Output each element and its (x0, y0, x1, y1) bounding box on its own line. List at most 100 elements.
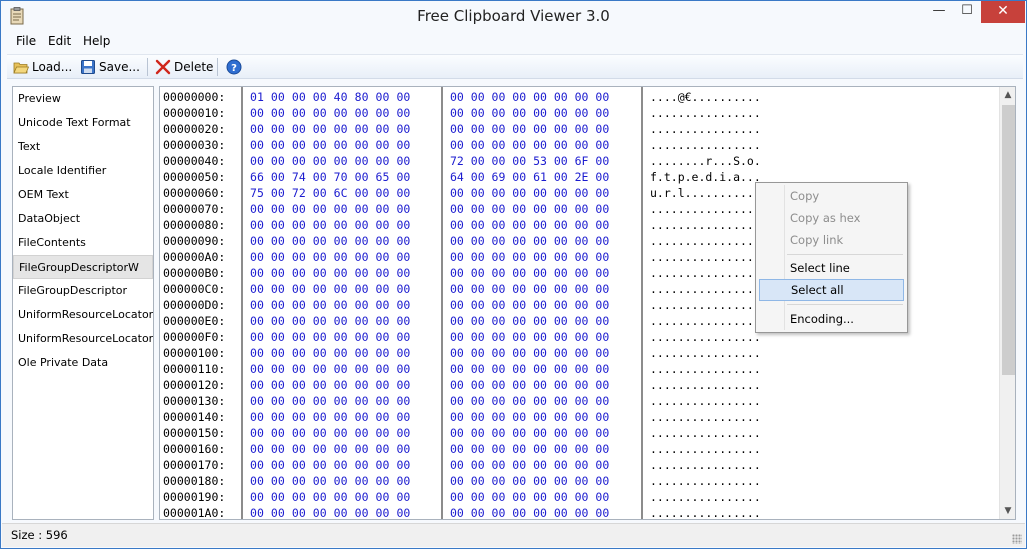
hex-address: 00000030: (163, 138, 226, 152)
ctx-copy-as-hex[interactable]: Copy as hex (759, 207, 904, 229)
hex-bytes-left: 00 00 00 00 00 00 00 00 (250, 138, 411, 152)
hex-bytes-left: 00 00 00 00 00 00 00 00 (250, 378, 411, 392)
hex-ascii: ................ (650, 266, 761, 280)
hex-bytes-right: 00 00 00 00 00 00 00 00 (450, 410, 610, 424)
hex-bytes-right: 00 00 00 00 00 00 00 00 (450, 202, 610, 216)
format-item-preview[interactable]: Preview (13, 87, 153, 111)
scroll-down-icon[interactable]: ▼ (1000, 503, 1015, 519)
hex-ascii: ................ (650, 506, 761, 520)
format-item-filegroupdescriptor[interactable]: FileGroupDescriptor (13, 279, 153, 303)
minimize-button[interactable]: — (926, 1, 952, 23)
hex-ascii: ................ (650, 106, 761, 120)
hex-ascii: ................ (650, 330, 761, 344)
hex-bytes-right: 00 00 00 00 00 00 00 00 (450, 298, 610, 312)
title-bar[interactable]: Free Clipboard Viewer 3.0 — ☐ ✕ (1, 1, 1026, 31)
hex-address: 00000110: (163, 362, 226, 376)
help-button[interactable]: ? (226, 57, 245, 77)
format-item-text[interactable]: Text (13, 135, 153, 159)
scroll-thumb[interactable] (1002, 105, 1015, 375)
maximize-button[interactable]: ☐ (954, 1, 980, 23)
hex-address: 00000040: (163, 154, 226, 168)
hex-bytes-right: 00 00 00 00 00 00 00 00 (450, 218, 610, 232)
svg-text:?: ? (231, 63, 237, 74)
toolbar-separator (147, 58, 148, 76)
save-label: Save... (99, 60, 140, 74)
hex-address: 00000190: (163, 490, 226, 504)
format-item-ole-private-data[interactable]: Ole Private Data (13, 351, 153, 375)
hex-address: 00000090: (163, 234, 226, 248)
format-item-unicode-text[interactable]: Unicode Text Format (13, 111, 153, 135)
hex-bytes-right: 00 00 00 00 00 00 00 00 (450, 442, 610, 456)
ctx-copy-link[interactable]: Copy link (759, 229, 904, 251)
scroll-up-icon[interactable]: ▲ (1000, 87, 1015, 103)
format-item-dataobject[interactable]: DataObject (13, 207, 153, 231)
hex-ascii: ................ (650, 458, 761, 472)
hex-address: 00000060: (163, 186, 226, 200)
hex-bytes-left: 66 00 74 00 70 00 65 00 (250, 170, 411, 184)
hex-address: 00000070: (163, 202, 226, 216)
format-list[interactable]: Preview Unicode Text Format Text Locale … (12, 86, 154, 520)
resize-grip-icon[interactable] (1012, 534, 1022, 544)
hex-bytes-right: 00 00 00 00 00 00 00 00 (450, 186, 610, 200)
hex-bytes-left: 00 00 00 00 00 00 00 00 (250, 474, 411, 488)
hex-ascii: ................ (650, 314, 761, 328)
hex-ascii: ................ (650, 426, 761, 440)
hex-ascii: ................ (650, 122, 761, 136)
format-item-filegroupdescriptorw[interactable]: FileGroupDescriptorW (13, 255, 153, 279)
hex-ascii: ................ (650, 250, 761, 264)
app-window: Free Clipboard Viewer 3.0 — ☐ ✕ File Edi… (0, 0, 1027, 549)
hex-address: 000000D0: (163, 298, 226, 312)
hex-bytes-right: 00 00 00 00 00 00 00 00 (450, 122, 610, 136)
hex-address: 000001A0: (163, 506, 226, 520)
hex-column-divider (441, 87, 443, 519)
menu-help[interactable]: Help (83, 34, 110, 48)
menu-file[interactable]: File (16, 34, 36, 48)
format-item-oem-text[interactable]: OEM Text (13, 183, 153, 207)
load-label: Load... (32, 60, 73, 74)
vertical-scrollbar[interactable]: ▲ ▼ (999, 87, 1015, 519)
hex-ascii: ................ (650, 298, 761, 312)
ctx-select-line[interactable]: Select line (759, 257, 904, 279)
delete-button[interactable]: Delete (155, 57, 213, 77)
hex-address: 000000B0: (163, 266, 226, 280)
save-button[interactable]: Save... (80, 57, 140, 77)
hex-column-divider (241, 87, 243, 519)
hex-ascii: ................ (650, 442, 761, 456)
format-item-uniformresourcelocatorw[interactable]: UniformResourceLocatorW (13, 303, 153, 327)
help-icon: ? (226, 59, 242, 75)
format-item-locale-identifier[interactable]: Locale Identifier (13, 159, 153, 183)
hex-bytes-right: 00 00 00 00 00 00 00 00 (450, 282, 610, 296)
menu-bar: File Edit Help (2, 32, 1025, 52)
ctx-select-all[interactable]: Select all (759, 279, 904, 301)
hex-bytes-left: 00 00 00 00 00 00 00 00 (250, 506, 411, 520)
hex-bytes-right: 00 00 00 00 00 00 00 00 (450, 506, 610, 520)
ctx-encoding[interactable]: Encoding... (759, 308, 904, 330)
hex-bytes-right: 00 00 00 00 00 00 00 00 (450, 426, 610, 440)
hex-ascii: u.r.l........... (650, 186, 761, 200)
hex-bytes-right: 00 00 00 00 00 00 00 00 (450, 250, 610, 264)
load-button[interactable]: Load... (13, 57, 72, 77)
close-button[interactable]: ✕ (981, 1, 1025, 23)
hex-bytes-right: 00 00 00 00 00 00 00 00 (450, 330, 610, 344)
hex-column-divider (641, 87, 643, 519)
hex-ascii: ................ (650, 474, 761, 488)
hex-ascii: ................ (650, 234, 761, 248)
hex-bytes-left: 00 00 00 00 00 00 00 00 (250, 410, 411, 424)
hex-bytes-left: 00 00 00 00 00 00 00 00 (250, 394, 411, 408)
ctx-copy[interactable]: Copy (759, 185, 904, 207)
hex-ascii: ................ (650, 410, 761, 424)
hex-bytes-left: 00 00 00 00 00 00 00 00 (250, 330, 411, 344)
hex-ascii: ................ (650, 202, 761, 216)
floppy-disk-icon (80, 59, 96, 75)
hex-address: 00000120: (163, 378, 226, 392)
hex-address: 00000150: (163, 426, 226, 440)
menu-edit[interactable]: Edit (48, 34, 71, 48)
context-menu-separator (787, 304, 903, 305)
hex-address: 000000A0: (163, 250, 226, 264)
hex-bytes-left: 00 00 00 00 00 00 00 00 (250, 106, 411, 120)
hex-address: 00000080: (163, 218, 226, 232)
hex-bytes-left: 00 00 00 00 00 00 00 00 (250, 266, 411, 280)
format-item-uniformresourcelocator[interactable]: UniformResourceLocator (13, 327, 153, 351)
format-item-filecontents[interactable]: FileContents (13, 231, 153, 255)
hex-address: 00000170: (163, 458, 226, 472)
